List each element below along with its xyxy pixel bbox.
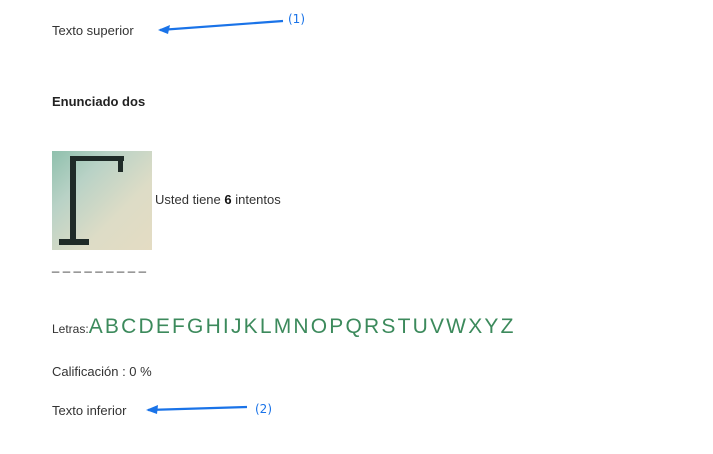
letter-r[interactable]: R [364, 315, 379, 338]
attempts-prefix: Usted tiene [155, 192, 225, 207]
hangman-image [52, 151, 152, 250]
letter-v[interactable]: V [430, 315, 444, 338]
letter-u[interactable]: U [413, 315, 428, 338]
upper-text: Texto superior [52, 23, 134, 38]
annotation-arrowhead-2 [146, 405, 158, 414]
letter-p[interactable]: P [329, 315, 343, 338]
hangman-page: Texto superior Enunciado dos Usted tiene… [0, 0, 713, 454]
word-blanks: _ _ _ _ _ _ _ _ _ [52, 258, 146, 273]
letter-z[interactable]: Z [501, 315, 514, 338]
letter-l[interactable]: L [260, 315, 272, 338]
letter-k[interactable]: K [244, 315, 258, 338]
letter-q[interactable]: Q [346, 315, 362, 338]
letter-d[interactable]: D [138, 315, 153, 338]
letter-s[interactable]: S [381, 315, 395, 338]
letters-list: ABCDEFGHIJKLMNOPQRSTUVWXYZ [89, 315, 516, 339]
annotation-arrow-2 [147, 405, 248, 412]
lower-text: Texto inferior [52, 403, 127, 418]
letter-a[interactable]: A [89, 315, 103, 338]
letter-e[interactable]: E [156, 315, 170, 338]
attempts-suffix: intentos [231, 192, 281, 207]
letter-g[interactable]: G [187, 315, 203, 338]
letter-o[interactable]: O [311, 315, 327, 338]
letter-c[interactable]: C [121, 315, 136, 338]
statement-heading: Enunciado dos [52, 94, 146, 109]
score-text: Calificación : 0 % [52, 364, 152, 379]
letter-j[interactable]: J [231, 315, 242, 338]
letter-y[interactable]: Y [484, 315, 498, 338]
hangman-gallows-icon [59, 156, 124, 245]
letter-b[interactable]: B [105, 315, 119, 338]
letter-f[interactable]: F [172, 315, 185, 338]
letters-label: Letras: [52, 322, 89, 336]
attempts-text: Usted tiene 6 intentos [155, 192, 281, 207]
attempts-count: 6 [224, 192, 232, 207]
letter-x[interactable]: X [468, 315, 482, 338]
annotation-arrowhead-1 [158, 25, 170, 34]
letters-row: Letras: ABCDEFGHIJKLMNOPQRSTUVWXYZ [52, 315, 516, 341]
letter-t[interactable]: T [398, 315, 411, 338]
letter-i[interactable]: I [223, 315, 229, 338]
letter-w[interactable]: W [446, 315, 466, 338]
letter-m[interactable]: M [274, 315, 292, 338]
letter-n[interactable]: N [293, 315, 308, 338]
annotation-label-1: (1) [288, 12, 305, 26]
letter-h[interactable]: H [206, 315, 221, 338]
annotation-arrow-1 [159, 19, 284, 32]
annotation-label-2: (2) [255, 402, 272, 416]
